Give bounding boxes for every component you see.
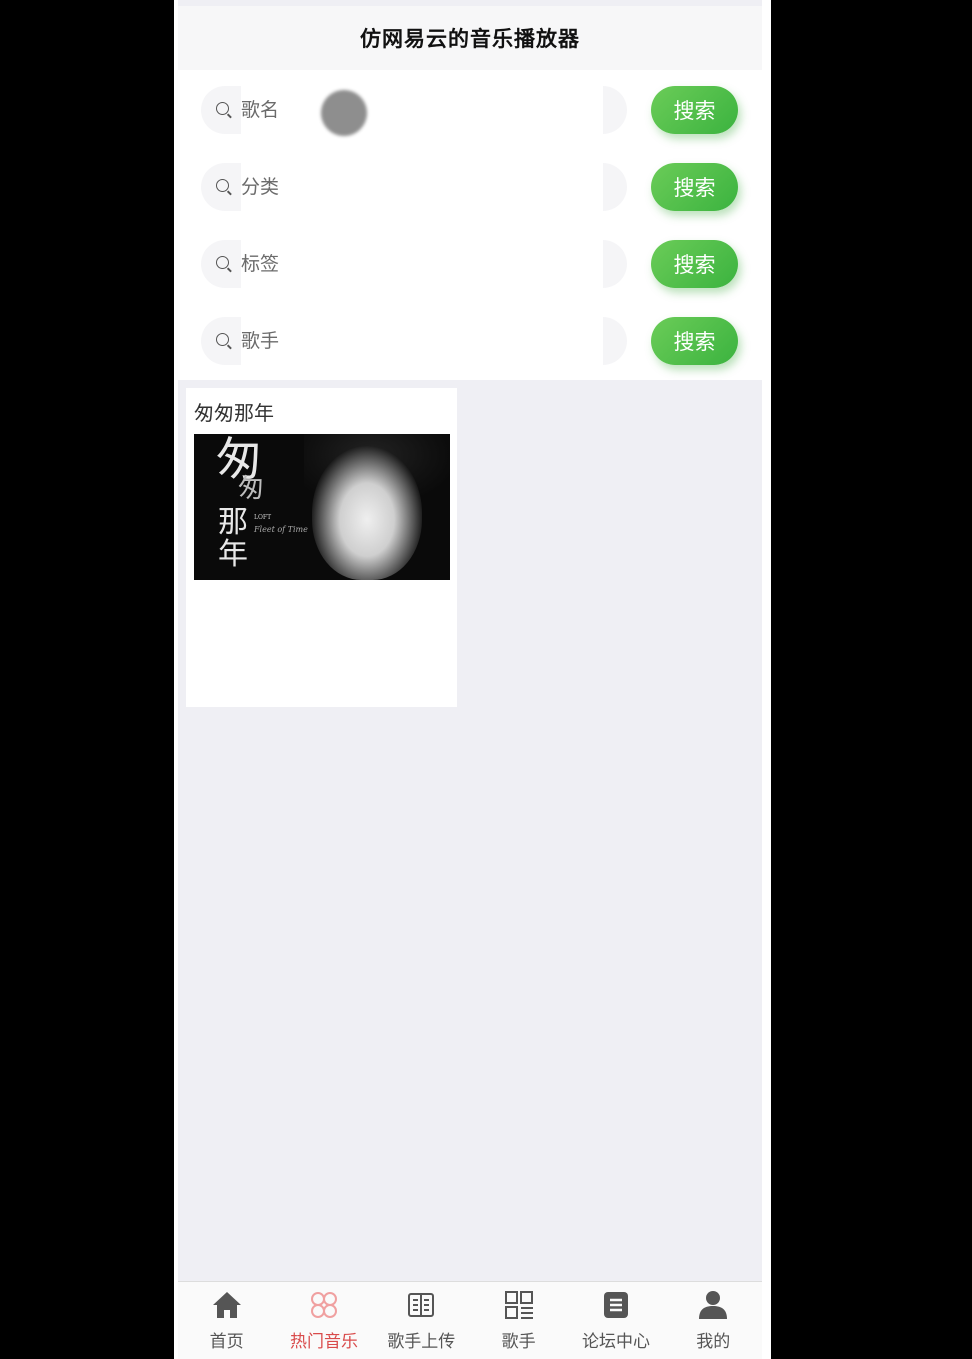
tab-forum-center[interactable]: 论坛中心 [567,1282,664,1359]
search-song-name-button[interactable]: 搜索 [651,86,738,134]
tab-label: 首页 [209,1332,244,1352]
cover-subtitle: Fleet of Time [254,525,308,534]
search-box [201,240,627,288]
home-icon [212,1292,241,1318]
search-icon [216,179,229,192]
cover-char: 那 [218,505,248,540]
song-card[interactable]: 匆匆那年 匆 匆 那 年 LOFT Fleet of Time [186,388,457,707]
tab-mine[interactable]: 我的 [665,1282,762,1359]
cover-portrait [312,446,422,580]
user-icon [699,1291,728,1319]
search-box [201,163,627,211]
tab-label: 歌手 [501,1332,536,1352]
hot-music-icon [310,1292,337,1318]
tag-input[interactable] [241,240,581,288]
singer-input[interactable] [241,317,581,365]
search-box [201,317,627,365]
tab-hot-music[interactable]: 热门音乐 [275,1282,372,1359]
tab-label: 我的 [696,1332,731,1352]
tab-home[interactable]: 首页 [178,1282,275,1359]
book-icon [408,1293,435,1317]
navigation-bar: 仿网易云的音乐播放器 [178,6,762,70]
screen-edge-right [762,0,771,1359]
search-category-button[interactable]: 搜索 [651,163,738,211]
phone-screen: 仿网易云的音乐播放器 搜索 搜索 搜索 [174,0,771,1359]
search-row-tag: 搜索 [178,224,762,301]
search-panel: 搜索 搜索 搜索 搜索 [178,70,762,380]
tab-label: 歌手上传 [387,1332,456,1352]
category-input[interactable] [241,163,581,211]
song-name-input[interactable] [241,86,581,134]
search-row-category: 搜索 [178,147,762,224]
tab-label: 热门音乐 [289,1332,358,1352]
tab-singer[interactable]: 歌手 [470,1282,567,1359]
cover-char: 年 [218,537,248,572]
search-row-singer: 搜索 [178,301,762,378]
search-icon [216,256,229,269]
search-box [201,86,627,134]
search-icon [216,102,229,115]
search-singer-button[interactable]: 搜索 [651,317,738,365]
cover-char: 匆 [238,474,265,504]
document-icon [603,1292,628,1318]
search-icon [216,333,229,346]
bottom-tab-bar: 首页 热门音乐 歌手上传 歌手 论坛中心 我的 [178,1281,762,1359]
song-title: 匆匆那年 [194,401,274,425]
tab-label: 论坛中心 [581,1332,650,1352]
touch-indicator [321,90,367,136]
tab-singer-upload[interactable]: 歌手上传 [373,1282,470,1359]
grid-list-icon [504,1291,533,1319]
search-tag-button[interactable]: 搜索 [651,240,738,288]
cover-small-text: LOFT [254,514,272,521]
search-row-song-name: 搜索 [178,70,762,147]
album-cover[interactable]: 匆 匆 那 年 LOFT Fleet of Time [194,434,450,580]
page-title: 仿网易云的音乐播放器 [360,27,580,51]
